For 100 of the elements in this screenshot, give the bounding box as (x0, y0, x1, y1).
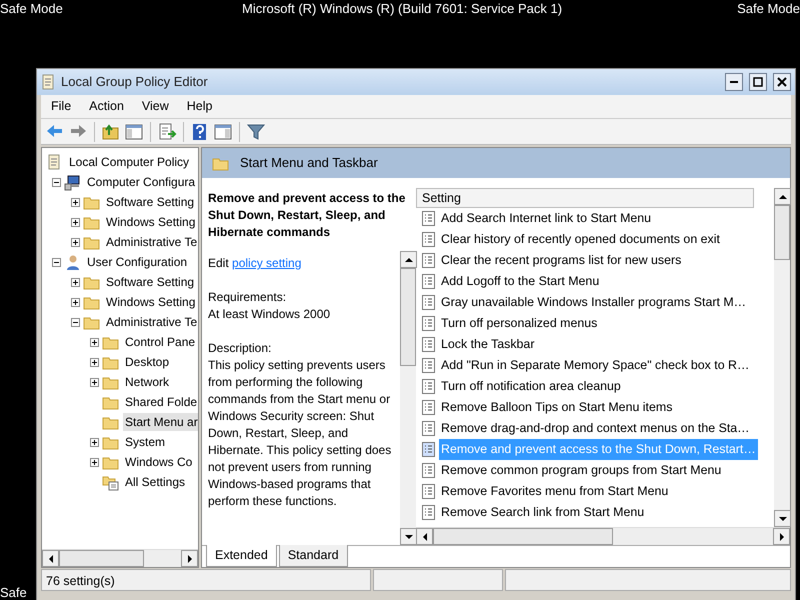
setting-row[interactable]: Remove Search link from Start Menu (439, 502, 646, 523)
tree-item[interactable]: Windows Co (123, 453, 194, 471)
expand-toggle[interactable] (71, 238, 80, 246)
safe-mode-label: Safe Mode (737, 1, 800, 17)
scrollbar-thumb[interactable] (433, 528, 613, 545)
scroll-down-button[interactable] (774, 510, 791, 527)
setting-row[interactable]: Remove Balloon Tips on Start Menu items (439, 397, 674, 418)
scroll-down-button[interactable] (400, 528, 417, 545)
expand-toggle[interactable] (90, 338, 99, 346)
requirements-label: Requirements: (208, 289, 288, 306)
menu-item[interactable]: File (43, 96, 80, 117)
folder-up-icon[interactable] (101, 122, 121, 142)
tree-item[interactable]: Administrative Te (104, 313, 198, 331)
requirements-text: At least Windows 2000 (208, 306, 332, 323)
policy-setting-link[interactable]: policy setting (232, 256, 302, 270)
minimize-button[interactable] (725, 73, 743, 91)
scroll-right-button[interactable] (181, 550, 198, 567)
tree-item[interactable]: Control Pane (123, 333, 198, 351)
setting-row[interactable]: Add Search Internet link to Start Menu (439, 208, 654, 229)
menu-item[interactable]: Action (81, 96, 132, 117)
close-button[interactable] (773, 73, 791, 91)
expand-toggle[interactable] (90, 458, 99, 466)
setting-row[interactable]: Gray unavailable Windows Installer programs Start M… (439, 292, 748, 313)
scroll-left-button[interactable] (42, 550, 59, 567)
tree-item[interactable]: Windows Setting (104, 293, 198, 311)
setting-row[interactable]: Clear history of recently opened documents on exit (439, 229, 722, 250)
setting-row[interactable]: Turn off personalized menus (439, 313, 600, 334)
setting-row[interactable]: Remove common program groups from Start Menu (439, 460, 724, 481)
setting-row[interactable]: Turn off notification area cleanup (439, 376, 623, 397)
scrollbar-thumb[interactable] (400, 268, 416, 366)
expand-toggle[interactable] (71, 218, 80, 226)
user-icon (64, 254, 82, 270)
tree-pane-icon[interactable] (124, 122, 144, 142)
description-text: This policy setting prevents users from performing the following commands from the Start menu or Windows Security screen: Shut Down, Restart, Sleep, and Hibernate. This policy setting does not prevent users from running Windows-based programs that perform these functions. (208, 357, 392, 510)
left-arrow-icon (48, 554, 54, 562)
right-arrow-icon (186, 554, 192, 562)
safe-mode-label: Safe Mode (0, 1, 63, 17)
expand-toggle[interactable] (90, 378, 99, 386)
scrollbar-thumb[interactable] (774, 205, 790, 260)
setting-icon (422, 274, 435, 289)
menu-item[interactable]: View (134, 96, 177, 117)
collapse-toggle[interactable] (71, 318, 80, 326)
menu-item[interactable]: Help (178, 96, 220, 117)
tree-item[interactable]: Administrative Te (104, 233, 198, 251)
collapse-toggle[interactable] (52, 178, 61, 186)
setting-icon (422, 484, 435, 499)
up-arrow-icon (778, 194, 786, 200)
setting-icon (422, 232, 435, 247)
expand-toggle[interactable] (90, 358, 99, 366)
tab[interactable]: Extended (206, 545, 277, 567)
setting-icon (422, 505, 435, 520)
scroll-right-button[interactable] (773, 528, 790, 545)
tree-item[interactable]: All Settings (123, 473, 188, 491)
tree-item[interactable]: Desktop (123, 353, 172, 371)
setting-icon (422, 379, 435, 394)
column-header[interactable]: Setting (416, 188, 754, 208)
tree-item[interactable]: Network (123, 373, 172, 391)
build-label: Microsoft (R) Windows (R) (Build 7601: Service Pack 1) (242, 1, 562, 17)
expand-toggle[interactable] (71, 198, 80, 206)
tree-item[interactable]: User Configuration (85, 253, 190, 271)
description-label: Description: (208, 340, 272, 357)
down-arrow-icon (778, 516, 786, 522)
maximize-button[interactable] (749, 73, 767, 91)
edit-label: Edit (208, 256, 229, 270)
setting-row[interactable]: Remove Favorites menu from Start Menu (439, 481, 670, 502)
collapse-toggle[interactable] (52, 258, 61, 266)
scrollbar-thumb[interactable] (59, 550, 144, 567)
setting-row[interactable]: Add Logoff to the Start Menu (439, 271, 602, 292)
status-text: 76 setting(s) (41, 569, 371, 591)
down-arrow-icon (404, 534, 412, 540)
setting-icon (422, 295, 435, 310)
setting-row[interactable]: Add "Run in Separate Memory Space" check box to R… (439, 355, 752, 376)
tree-item[interactable]: Computer Configura (85, 173, 198, 191)
setting-icon (422, 442, 435, 457)
expand-toggle[interactable] (90, 438, 99, 446)
setting-row[interactable]: Remove drag-and-drop and context menus on the Sta… (439, 418, 752, 439)
expand-toggle[interactable] (71, 278, 80, 286)
tab[interactable]: Standard (278, 545, 348, 567)
scroll-up-button[interactable] (400, 251, 417, 268)
scroll-left-button[interactable] (416, 528, 433, 545)
action-pane-icon[interactable] (213, 122, 233, 142)
setting-icon (422, 400, 435, 415)
tree-item[interactable]: Windows Setting (104, 213, 198, 231)
setting-row[interactable]: Clear the recent programs list for new users (439, 250, 684, 271)
setting-row[interactable]: Lock the Taskbar (439, 334, 536, 355)
tree-item[interactable]: Start Menu ar (123, 413, 198, 431)
window-title: Local Group Policy Editor (61, 73, 208, 92)
header-title: Start Menu and Taskbar (240, 154, 378, 172)
filter-icon[interactable] (246, 122, 266, 142)
tree-item[interactable]: System (123, 433, 168, 451)
tree-item[interactable]: Shared Folde (123, 393, 198, 411)
tree-item[interactable]: Software Setting (104, 193, 196, 211)
tree-item[interactable]: Software Setting (104, 273, 196, 291)
scroll-up-button[interactable] (774, 188, 791, 205)
tree-item[interactable]: Local Computer Policy (67, 153, 192, 171)
export-list-icon[interactable] (157, 122, 177, 142)
setting-icon (422, 253, 435, 268)
setting-icon (422, 421, 435, 436)
expand-toggle[interactable] (71, 298, 80, 306)
safe-mode-label: Safe (0, 585, 27, 600)
